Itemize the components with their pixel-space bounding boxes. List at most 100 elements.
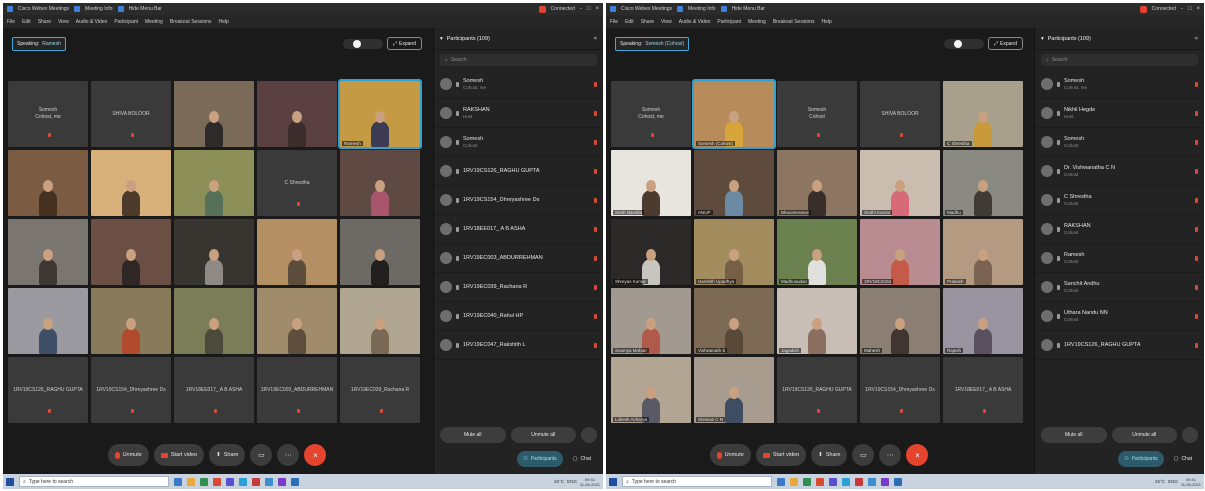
- participant-row[interactable]: Sanchit Andhu Cohost: [1035, 273, 1204, 302]
- participant-row[interactable]: Somesh Cohost: [434, 128, 603, 157]
- participant-row[interactable]: 1RV19EC039_Rachana R: [434, 273, 603, 302]
- participant-tile[interactable]: [257, 81, 337, 147]
- close-button[interactable]: ×: [595, 6, 599, 12]
- slider-knob[interactable]: [352, 39, 361, 48]
- unmute-all-button[interactable]: Unmute all: [1111, 427, 1177, 443]
- mute-all-button[interactable]: Mute all: [440, 427, 506, 443]
- participant-tile[interactable]: C Shrestha: [257, 150, 337, 216]
- chevron-down-icon[interactable]: ▾: [1041, 36, 1044, 42]
- start-video-button[interactable]: Start video: [153, 444, 205, 466]
- menu-item[interactable]: Participant: [114, 19, 138, 25]
- participant-row[interactable]: 1RV19CS126_RAGHU GUPTA: [1035, 331, 1204, 360]
- weather-readout[interactable]: 26°C: [554, 479, 564, 484]
- minimize-button[interactable]: -: [580, 6, 582, 12]
- participant-row[interactable]: Dr. Vishwanatha C N Cohost: [1035, 157, 1204, 186]
- participant-tile[interactable]: Rajesh: [943, 288, 1023, 354]
- participant-search-input[interactable]: ⌕ Search: [440, 54, 597, 66]
- menu-item[interactable]: Help: [822, 19, 832, 25]
- windows-start-icon[interactable]: [609, 477, 617, 486]
- participant-tile[interactable]: Madhu: [943, 150, 1023, 216]
- participant-tile[interactable]: Soumya Mohan: [611, 288, 691, 354]
- more-options-button[interactable]: ⋯: [879, 444, 902, 466]
- taskbar-app-icon[interactable]: [790, 477, 798, 486]
- slider-knob[interactable]: [953, 39, 962, 48]
- participant-row[interactable]: 1RV19CS154_Dhreyashree Ds: [434, 186, 603, 215]
- participant-row[interactable]: Somesh Cohost, me: [434, 70, 603, 99]
- taskbar-app-icon[interactable]: [174, 477, 182, 486]
- participant-row[interactable]: Somesh Cohost: [1035, 128, 1204, 157]
- menu-item[interactable]: Meeting: [145, 19, 163, 25]
- title-item[interactable]: Cisco Webex Meetings: [18, 6, 69, 12]
- participant-tile[interactable]: 1RV19CS154: [860, 219, 940, 285]
- participant-tile[interactable]: 1RV19EC039_Rachana R: [340, 357, 420, 423]
- participant-tile[interactable]: Sruthi Kumar: [860, 150, 940, 216]
- connection-status[interactable]: Connected: [551, 6, 575, 12]
- participant-row[interactable]: Nikhil Hegde Host: [1035, 99, 1204, 128]
- title-item[interactable]: Meeting Info: [688, 6, 716, 12]
- participant-tile[interactable]: Jagadish: [777, 288, 857, 354]
- title-item[interactable]: Cisco Webex Meetings: [621, 6, 672, 12]
- connection-status[interactable]: Connected: [1152, 6, 1176, 12]
- participant-tile[interactable]: [257, 219, 337, 285]
- taskbar-app-icon[interactable]: [200, 477, 208, 486]
- participant-tile[interactable]: Somesh Cohost, me: [611, 81, 691, 147]
- taskbar-app-icon[interactable]: [803, 477, 811, 486]
- taskbar-clock[interactable]: 09:41 11-06-2021: [580, 477, 600, 487]
- participant-tile[interactable]: 1RV19CS154_Dhreyashree Ds: [91, 357, 171, 423]
- expand-button[interactable]: ⤢ Expand: [387, 37, 422, 50]
- taskbar-app-icon[interactable]: [187, 477, 195, 486]
- participant-row[interactable]: Ramesh Cohost: [1035, 244, 1204, 273]
- participant-tile[interactable]: Bhuvaneswari: [777, 150, 857, 216]
- participant-tile[interactable]: Mahesh: [860, 288, 940, 354]
- menu-item[interactable]: File: [610, 19, 618, 25]
- taskbar-app-icon[interactable]: [291, 477, 299, 486]
- participant-tile[interactable]: 1RV18EE017_ A B ASHA: [943, 357, 1023, 423]
- taskbar-app-icon[interactable]: [239, 477, 247, 486]
- participant-search-input[interactable]: ⌕ Search: [1041, 54, 1198, 66]
- participant-tile[interactable]: Srinivas C N: [694, 357, 774, 423]
- participant-tile[interactable]: Somesh Cohost: [777, 81, 857, 147]
- participant-tile[interactable]: C Shrestha: [943, 81, 1023, 147]
- leave-meeting-button[interactable]: ×: [906, 444, 929, 466]
- share-button[interactable]: ⬆ Share: [811, 444, 848, 466]
- participant-tile[interactable]: [8, 219, 88, 285]
- menu-item[interactable]: Edit: [22, 19, 31, 25]
- unmute-button[interactable]: Unmute: [709, 444, 751, 466]
- taskbar-app-icon[interactable]: [855, 477, 863, 486]
- more-actions-button[interactable]: [1182, 427, 1198, 443]
- maximize-button[interactable]: □: [1188, 6, 1192, 12]
- participant-tile[interactable]: Harshith Upadhya: [694, 219, 774, 285]
- participant-tile[interactable]: 1RV19CS154_Dhreyashree Ds: [860, 357, 940, 423]
- taskbar-app-icon[interactable]: [868, 477, 876, 486]
- participant-tile[interactable]: 1RV19EC003_ABDURREHMAN: [257, 357, 337, 423]
- title-item[interactable]: Hide Menu Bar: [732, 6, 765, 12]
- participant-tile[interactable]: [8, 150, 88, 216]
- taskbar-app-icon[interactable]: [777, 477, 785, 486]
- maximize-button[interactable]: □: [587, 6, 591, 12]
- leave-meeting-button[interactable]: ×: [304, 444, 327, 466]
- taskbar-app-icon[interactable]: [265, 477, 273, 486]
- unmute-button[interactable]: Unmute: [107, 444, 149, 466]
- menu-item[interactable]: Audio & Video: [76, 19, 108, 25]
- participant-tile[interactable]: Sneh Nandita: [611, 150, 691, 216]
- video-size-slider[interactable]: [944, 38, 985, 49]
- participant-tile[interactable]: Vishwanath S: [694, 288, 774, 354]
- participant-tile[interactable]: [174, 219, 254, 285]
- weather-readout[interactable]: 26°C: [1155, 479, 1165, 484]
- participant-tile[interactable]: Somesh (Cohost): [692, 79, 776, 149]
- tab-chat[interactable]: ▢ Chat: [1168, 451, 1198, 467]
- participant-row[interactable]: RAKSHAN Host: [434, 99, 603, 128]
- participant-tile[interactable]: Shreyas Kumar: [611, 219, 691, 285]
- participant-tile[interactable]: 1RV19CS126_RAGHU GUPTA: [777, 357, 857, 423]
- participant-tile[interactable]: [174, 288, 254, 354]
- taskbar-app-icon[interactable]: [213, 477, 221, 486]
- menu-item[interactable]: Breakout Sessions: [170, 19, 212, 25]
- participant-tile[interactable]: [91, 150, 171, 216]
- taskbar-search-input[interactable]: ⌕ Type here to search: [19, 476, 169, 487]
- expand-button[interactable]: ⤢ Expand: [988, 37, 1023, 50]
- windows-start-icon[interactable]: [6, 477, 14, 486]
- participant-tile[interactable]: [340, 219, 420, 285]
- participant-row[interactable]: RAKSHAN Cohost: [1035, 215, 1204, 244]
- participant-tile[interactable]: ANUP: [694, 150, 774, 216]
- taskbar-app-icon[interactable]: [881, 477, 889, 486]
